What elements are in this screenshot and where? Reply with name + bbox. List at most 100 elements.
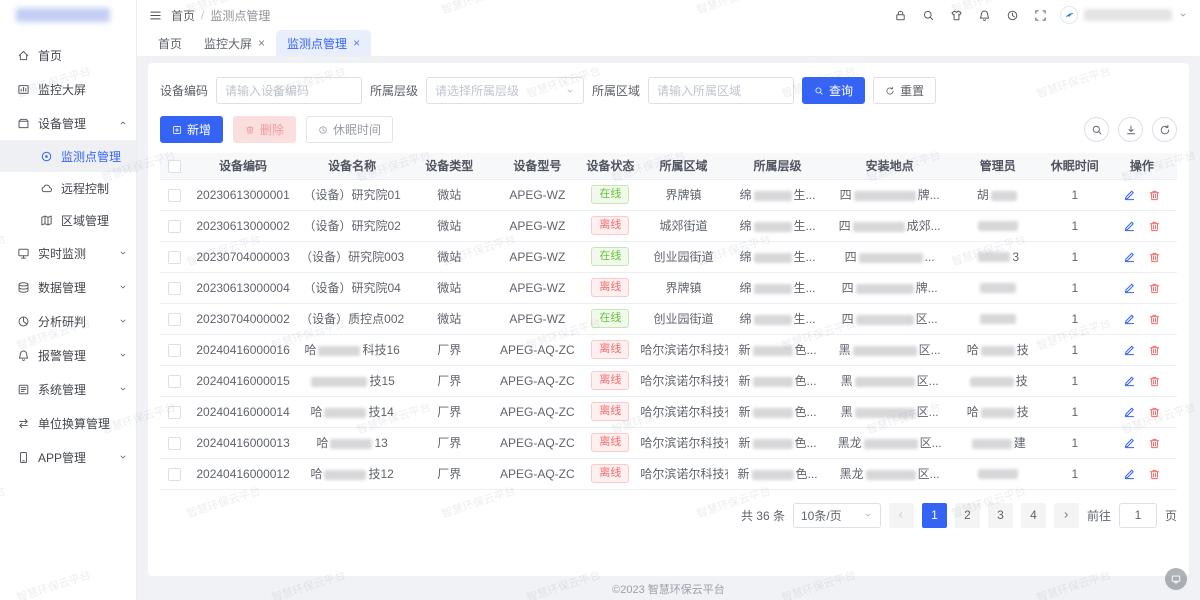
device-model: APEG-WZ: [492, 303, 582, 334]
delete-row-button[interactable]: [1148, 313, 1161, 326]
edit-button[interactable]: [1123, 344, 1136, 357]
redacted-text: [754, 222, 792, 232]
page-size-select[interactable]: 10条/页: [793, 503, 881, 528]
sidebar-item-label: 设备管理: [38, 115, 86, 132]
reset-button[interactable]: 重置: [873, 77, 936, 104]
delete-row-button[interactable]: [1148, 189, 1161, 202]
device-model: APEG-AQ-ZC: [492, 396, 582, 427]
row-checkbox[interactable]: [168, 437, 181, 450]
sleep-time-button[interactable]: 休眠时间: [306, 116, 393, 143]
goto-page-input[interactable]: [1119, 503, 1157, 528]
fullscreen-icon[interactable]: [1034, 9, 1047, 22]
close-icon[interactable]: ×: [353, 37, 360, 49]
sidebar-item-unit-conversion-mgmt[interactable]: 单位换算管理: [0, 406, 136, 440]
notification-icon[interactable]: [978, 9, 991, 22]
prev-page-button[interactable]: [889, 503, 914, 528]
sidebar-item-analysis[interactable]: 分析研判: [0, 304, 136, 338]
close-icon[interactable]: ×: [258, 37, 265, 49]
row-checkbox[interactable]: [168, 344, 181, 357]
refresh-button[interactable]: [1152, 117, 1177, 142]
delete-row-button[interactable]: [1148, 375, 1161, 388]
row-checkbox[interactable]: [168, 468, 181, 481]
edit-button[interactable]: [1123, 282, 1136, 295]
topbar-actions: [894, 9, 1047, 22]
sidebar-item-app-mgmt[interactable]: APP管理: [0, 440, 136, 474]
page-button-2[interactable]: 2: [955, 503, 980, 528]
page-button-1[interactable]: 1: [922, 503, 947, 528]
sidebar-item-system-mgmt[interactable]: 系统管理: [0, 372, 136, 406]
tab-monitor-point-mgmt[interactable]: 监测点管理×: [276, 30, 371, 56]
admin: 3: [953, 241, 1043, 272]
delete-row-button[interactable]: [1148, 220, 1161, 233]
device-code-input[interactable]: [216, 77, 362, 104]
row-checkbox[interactable]: [168, 251, 181, 264]
page-button-4[interactable]: 4: [1021, 503, 1046, 528]
level: 绵生...: [728, 210, 826, 241]
device-name: 哈13: [298, 427, 406, 458]
redacted-text: [753, 377, 793, 387]
region-input[interactable]: [648, 77, 794, 104]
delete-row-button[interactable]: [1148, 406, 1161, 419]
edit-button[interactable]: [1123, 220, 1136, 233]
edit-button[interactable]: [1123, 437, 1136, 450]
time-icon[interactable]: [1006, 9, 1019, 22]
total-count: 共 36 条: [741, 507, 785, 524]
tab-home[interactable]: 首页: [147, 30, 193, 56]
device-type: 微站: [406, 241, 492, 272]
sidebar-item-alarm-mgmt[interactable]: 报警管理: [0, 338, 136, 372]
edit-button[interactable]: [1123, 468, 1136, 481]
floating-monitor-button[interactable]: [1165, 568, 1187, 590]
row-checkbox[interactable]: [168, 220, 181, 233]
lock-icon[interactable]: [894, 9, 907, 22]
row-checkbox[interactable]: [168, 406, 181, 419]
status-badge: 离线: [591, 371, 629, 390]
menu-collapse-button[interactable]: [149, 9, 162, 22]
sleep-time: 1: [1043, 458, 1107, 489]
edit-button[interactable]: [1123, 313, 1136, 326]
avatar: [1060, 6, 1078, 24]
delete-row-button[interactable]: [1148, 251, 1161, 264]
row-checkbox[interactable]: [168, 313, 181, 326]
edit-button[interactable]: [1123, 406, 1136, 419]
sidebar-item-region-mgmt[interactable]: 区域管理: [0, 204, 136, 236]
level: 绵生...: [728, 272, 826, 303]
download-button[interactable]: [1118, 117, 1143, 142]
tab-monitor-screen[interactable]: 监控大屏×: [193, 30, 276, 56]
sidebar-item-monitor-screen[interactable]: 监控大屏: [0, 72, 136, 106]
sidebar-item-data-mgmt[interactable]: 数据管理: [0, 270, 136, 304]
delete-row-button[interactable]: [1148, 468, 1161, 481]
edit-button[interactable]: [1123, 375, 1136, 388]
level-select[interactable]: 请选择所属层级: [426, 77, 584, 104]
sidebar-item-realtime-monitor[interactable]: 实时监测: [0, 236, 136, 270]
select-all-checkbox[interactable]: [168, 160, 181, 173]
delete-row-button[interactable]: [1148, 282, 1161, 295]
redacted-text: [856, 315, 914, 325]
user-menu[interactable]: [1060, 6, 1188, 24]
row-actions: [1107, 210, 1177, 241]
device-code: 20240416000012: [188, 458, 298, 489]
page-button-3[interactable]: 3: [988, 503, 1013, 528]
username-redacted: [1084, 9, 1172, 21]
edit-button[interactable]: [1123, 251, 1136, 264]
breadcrumb-home[interactable]: 首页: [171, 7, 195, 24]
sidebar-item-home[interactable]: 首页: [0, 38, 136, 72]
redacted-text: [754, 191, 792, 201]
sidebar-item-monitor-point-mgmt[interactable]: 监测点管理: [0, 140, 136, 172]
row-checkbox[interactable]: [168, 375, 181, 388]
theme-icon[interactable]: [950, 9, 963, 22]
edit-button[interactable]: [1123, 189, 1136, 202]
level-label: 所属层级: [370, 82, 418, 99]
chevron-left-icon: [896, 510, 906, 520]
row-checkbox[interactable]: [168, 282, 181, 295]
delete-row-button[interactable]: [1148, 344, 1161, 357]
next-page-button[interactable]: [1054, 503, 1079, 528]
search-icon[interactable]: [922, 9, 935, 22]
delete-row-button[interactable]: [1148, 437, 1161, 450]
search-button[interactable]: 查询: [802, 77, 865, 104]
delete-button[interactable]: 删除: [233, 116, 296, 143]
row-checkbox[interactable]: [168, 189, 181, 202]
add-button[interactable]: 新增: [160, 116, 223, 143]
sidebar-item-device-mgmt[interactable]: 设备管理: [0, 106, 136, 140]
table-search-button[interactable]: [1084, 117, 1109, 142]
sidebar-item-remote-control[interactable]: 远程控制: [0, 172, 136, 204]
